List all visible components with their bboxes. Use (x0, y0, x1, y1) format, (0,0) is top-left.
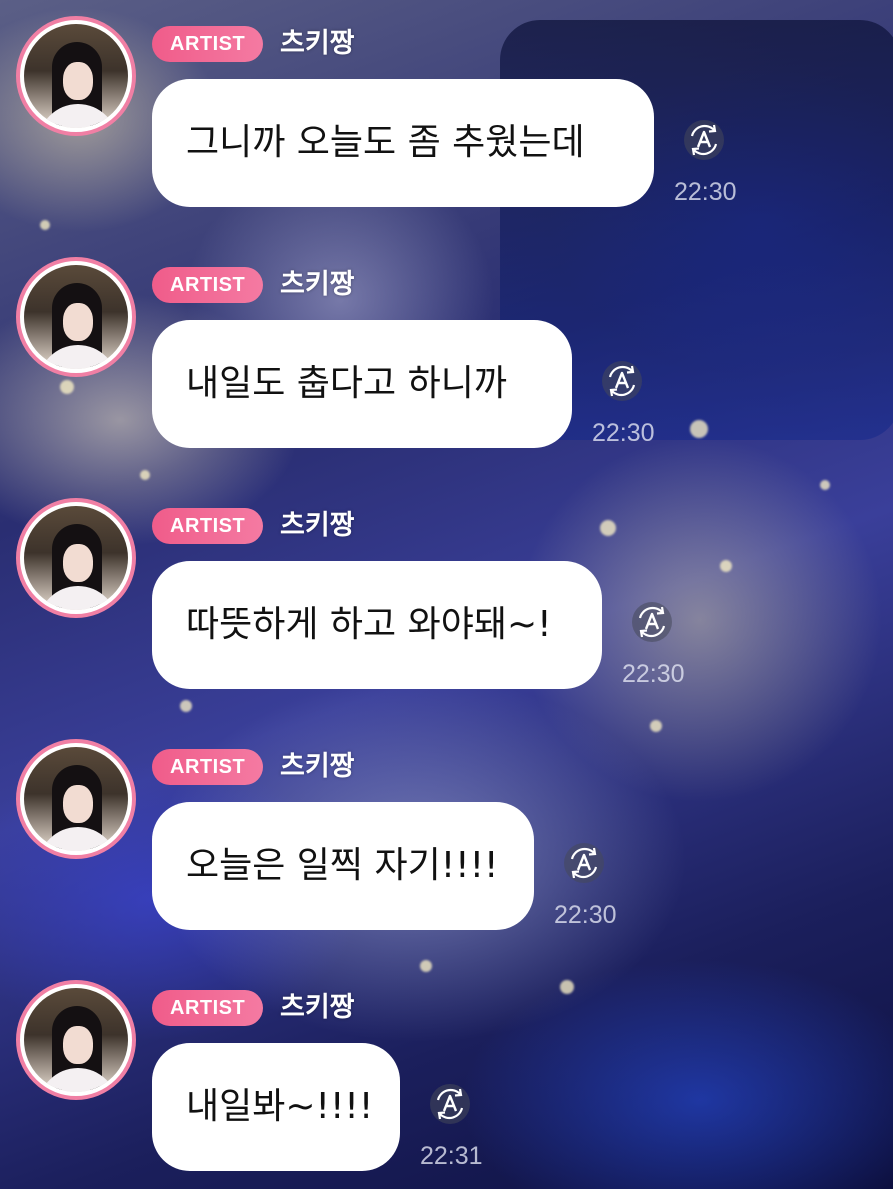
message-time: 22:30 (674, 178, 737, 206)
background-sparkle (420, 960, 432, 972)
background-sparkle (650, 720, 662, 732)
avatar-photo (24, 265, 128, 369)
artist-badge: ARTIST (152, 749, 264, 785)
sender-name[interactable]: 츠키짱 (280, 990, 355, 1026)
message-time: 22:31 (420, 1142, 483, 1170)
background-sparkle (820, 480, 830, 490)
artist-badge: ARTIST (152, 508, 264, 544)
translate-icon[interactable] (628, 598, 676, 646)
sender-name[interactable]: 츠키짱 (280, 749, 355, 785)
translate-icon[interactable] (426, 1080, 474, 1128)
avatar[interactable] (16, 980, 136, 1100)
message-bubble[interactable]: 오늘은 일찍 자기!!!! (152, 802, 534, 930)
message-bubble[interactable]: 그니까 오늘도 좀 추웠는데 (152, 79, 654, 207)
background-sparkle (720, 560, 732, 572)
background-sparkle (600, 520, 616, 536)
avatar[interactable] (16, 16, 136, 136)
avatar[interactable] (16, 739, 136, 859)
sender-name[interactable]: 츠키짱 (280, 26, 355, 62)
avatar[interactable] (16, 498, 136, 618)
sender-name[interactable]: 츠키짱 (280, 508, 355, 544)
message-time: 22:30 (592, 419, 655, 447)
background-sparkle (60, 380, 74, 394)
background-sparkle (140, 470, 150, 480)
message-bubble[interactable]: 내일봐~!!!! (152, 1043, 400, 1171)
avatar-photo (24, 747, 128, 851)
background-sparkle (40, 220, 50, 230)
artist-badge: ARTIST (152, 26, 264, 62)
avatar-photo (24, 24, 128, 128)
message-bubble[interactable]: 따뜻하게 하고 와야돼~! (152, 561, 602, 689)
translate-icon[interactable] (680, 116, 728, 164)
avatar[interactable] (16, 257, 136, 377)
message-time: 22:30 (622, 660, 685, 688)
translate-icon[interactable] (598, 357, 646, 405)
artist-badge: ARTIST (152, 990, 264, 1026)
background-sparkle (180, 700, 192, 712)
sender-name[interactable]: 츠키짱 (280, 267, 355, 303)
message-bubble[interactable]: 내일도 춥다고 하니까 (152, 320, 572, 448)
background-sparkle (560, 980, 574, 994)
avatar-photo (24, 506, 128, 610)
avatar-photo (24, 988, 128, 1092)
artist-badge: ARTIST (152, 267, 264, 303)
translate-icon[interactable] (560, 839, 608, 887)
background-sparkle (690, 420, 708, 438)
message-time: 22:30 (554, 901, 617, 929)
